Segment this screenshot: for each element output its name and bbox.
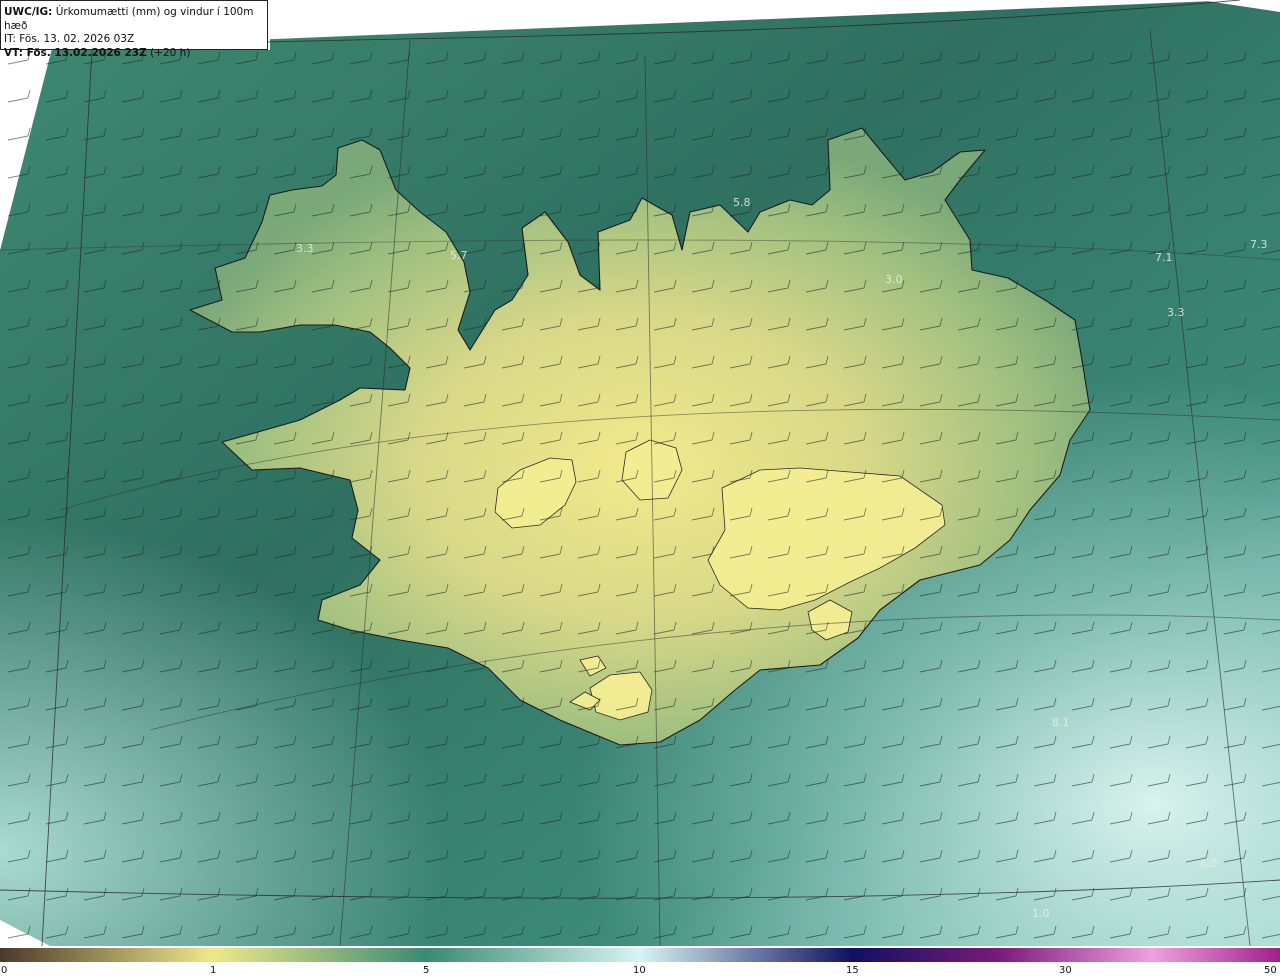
weather-map [0, 0, 1280, 946]
colorbar-tick: 10 [633, 965, 646, 976]
initial-time: IT: Fös. 13. 02. 2026 03Z [4, 33, 135, 45]
wind-barbs [0, 48, 1280, 946]
colorbar-tick: 5 [423, 965, 430, 976]
forecast-offset: (+20 h) [150, 46, 191, 59]
value-label: 7.3 [1250, 238, 1268, 251]
value-label: 3.3 [296, 242, 314, 255]
valid-time-line: VT: Fös. 13.02.2026 23Z (+20 h) [4, 47, 267, 61]
valid-time: VT: Fös. 13.02.2026 23Z [4, 46, 147, 59]
header-title-line: UWC/IG: Úrkomumætti (mm) og vindur í 100… [4, 6, 267, 33]
value-label: 7.1 [1155, 251, 1173, 264]
colorbar-tick: 50 [1264, 965, 1277, 976]
colorbar-tick: 30 [1059, 965, 1072, 976]
value-label: 8.1 [1052, 716, 1070, 729]
value-label: 5.7 [450, 249, 468, 262]
value-label: 5.8 [733, 196, 751, 209]
value-label: 3.0 [885, 273, 903, 286]
product-code: UWC/IG: [4, 6, 53, 18]
value-label: 1.0 [1032, 907, 1050, 920]
map-header: UWC/IG: Úrkomumætti (mm) og vindur í 100… [0, 0, 268, 59]
colorbar-fill [0, 948, 1280, 962]
value-label: 6.0 [1200, 857, 1218, 870]
colorbar-tick: 0 [1, 965, 8, 976]
value-label: 3.3 [1167, 306, 1185, 319]
colorbar-tick: 15 [846, 965, 859, 976]
colorbar [0, 948, 1280, 962]
colorbar-tick: 1 [210, 965, 217, 976]
